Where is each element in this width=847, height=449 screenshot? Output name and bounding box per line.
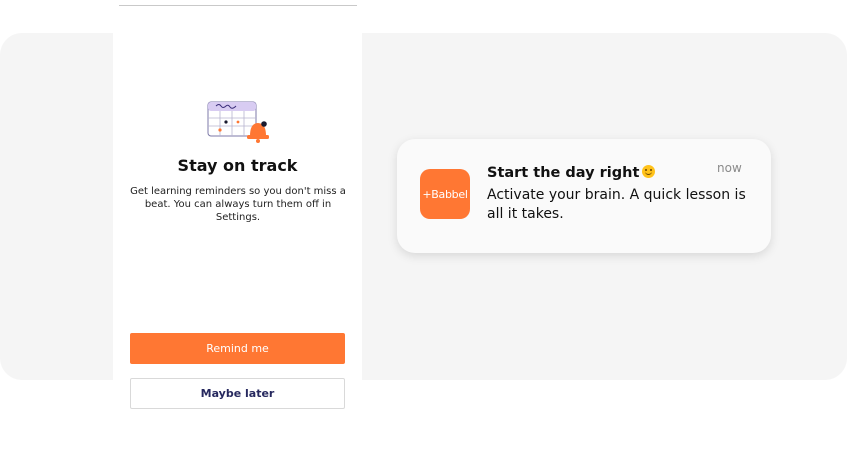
notification-time: now: [717, 161, 742, 175]
maybe-later-button[interactable]: Maybe later: [130, 378, 345, 409]
remind-me-button[interactable]: Remind me: [130, 333, 345, 364]
notification-title: Start the day right: [487, 165, 640, 181]
divider: [119, 5, 357, 6]
smiley-emoji-icon: [642, 165, 656, 178]
babbel-app-icon: +Babbel: [420, 169, 470, 219]
notification-title-row: Start the day right: [487, 165, 656, 181]
stage: Stay on track Get learning reminders so …: [0, 0, 847, 449]
onboarding-body: Get learning reminders so you don't miss…: [130, 186, 346, 223]
onboarding-title: Stay on track: [177, 156, 298, 175]
notification-body: Activate your brain. A quick lesson is a…: [487, 187, 746, 222]
calendar-bell-icon: [207, 101, 269, 143]
